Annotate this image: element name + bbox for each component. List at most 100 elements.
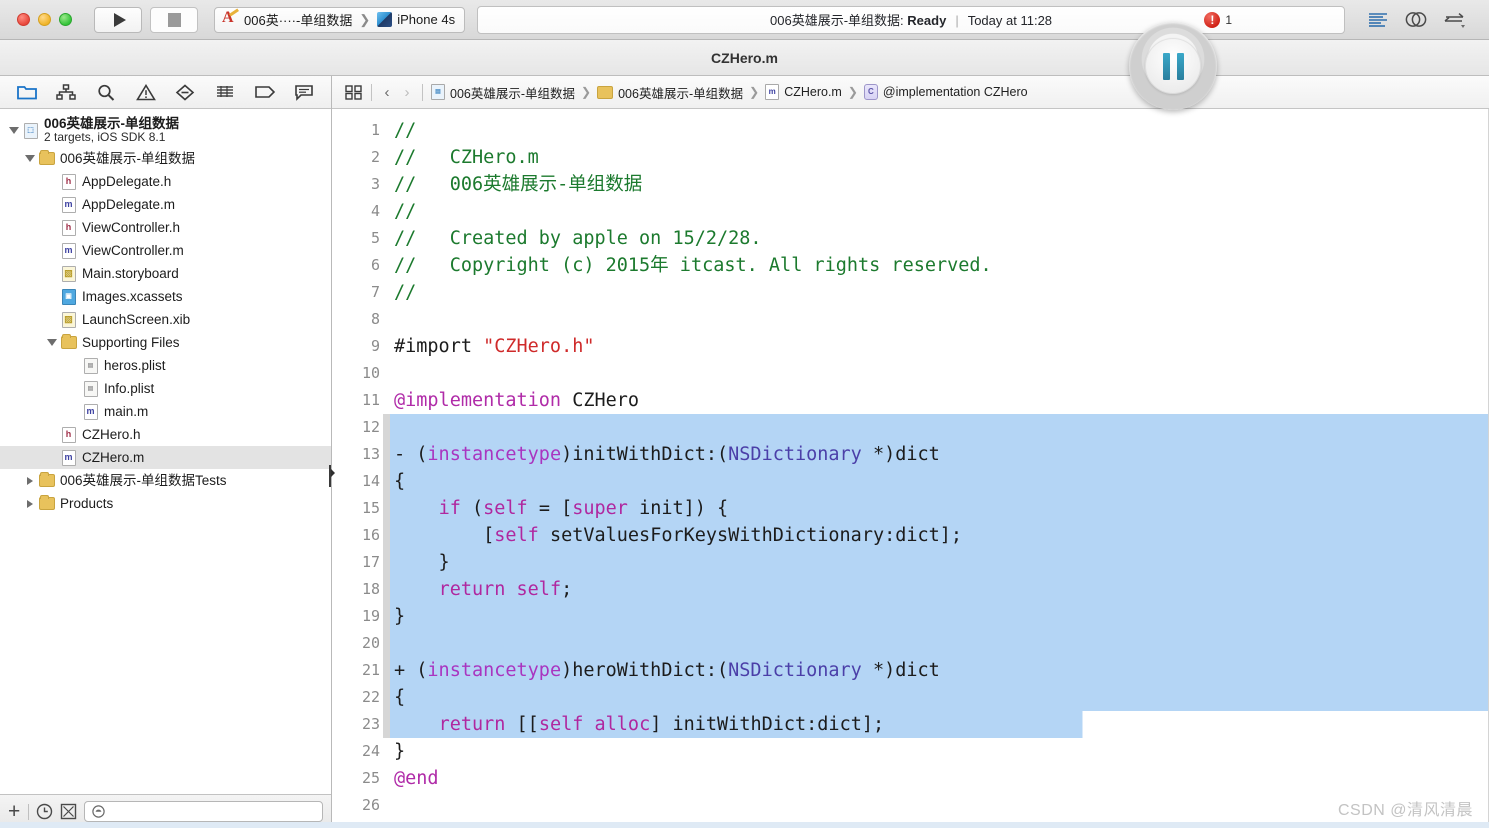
file-tree-row[interactable]: h ViewController.h xyxy=(0,216,331,239)
file-tree-row[interactable]: m main.m xyxy=(0,400,331,423)
activity-status-view: 006英雄展示-单组数据: Ready | Today at 11:28 ! 1 xyxy=(477,5,1345,34)
tag-icon xyxy=(254,86,275,98)
file-tree-row[interactable]: m AppDelegate.m xyxy=(0,193,331,216)
breadcrumb-label: 006英雄展示-单组数据 xyxy=(618,86,744,101)
sidebar-tab-find-navigator[interactable] xyxy=(87,79,125,105)
code-token: if xyxy=(438,498,461,519)
divider xyxy=(422,83,423,101)
disclosure-triangle-open[interactable] xyxy=(44,339,60,346)
stop-icon xyxy=(167,12,181,27)
sidebar-tab-issue-navigator[interactable] xyxy=(127,79,165,105)
code-line[interactable]: // Created by apple on 15/2/28. xyxy=(390,225,1489,252)
sidebar-tab-breakpoint-navigator[interactable] xyxy=(246,79,284,105)
file-tree-row[interactable]: ▧ Main.storyboard xyxy=(0,262,331,285)
code-line[interactable] xyxy=(390,360,1489,387)
disclosure-triangle-open[interactable] xyxy=(22,155,38,162)
code-token: { xyxy=(394,687,406,708)
project-file-tree[interactable]: ⬚ 006英雄展示-单组数据 2 targets, iOS SDK 8.1 006英雄… xyxy=(0,109,331,794)
code-line[interactable] xyxy=(390,414,1489,441)
code-line[interactable]: // Copyright (c) 2015年 itcast. All right… xyxy=(390,252,1489,279)
filter-input-wrapper[interactable] xyxy=(84,801,323,822)
file-tree-row[interactable]: m ViewController.m xyxy=(0,239,331,262)
code-line[interactable]: + (instancetype)heroWithDict:(NSDictiona… xyxy=(390,657,1489,684)
sidebar-tab-project-navigator[interactable] xyxy=(8,79,46,105)
pause-recording-button[interactable] xyxy=(1129,22,1217,110)
code-line[interactable]: // xyxy=(390,117,1489,144)
code-line[interactable]: } xyxy=(390,738,1489,765)
code-lines[interactable]: // // CZHero.m // 006英雄展示-单组数据 // // Created… xyxy=(390,109,1489,828)
standard-editor-button[interactable] xyxy=(1359,7,1397,33)
related-items-button[interactable] xyxy=(340,84,366,100)
code-line[interactable]: return self; xyxy=(390,576,1489,603)
code-fold-ribbon[interactable] xyxy=(383,414,390,738)
code-line[interactable]: if (self = [super init]) { xyxy=(390,495,1489,522)
breadcrumb-item[interactable]: ▤ 006英雄展示-单组数据 xyxy=(431,83,575,102)
header-file-icon: h xyxy=(61,219,76,236)
file-tree-row[interactable]: ▣ Images.xcassets xyxy=(0,285,331,308)
close-button[interactable] xyxy=(17,13,30,26)
breadcrumb-item[interactable]: 006英雄展示-单组数据 xyxy=(597,83,743,102)
source-code-editor[interactable]: 1 2 3 4 5 6 7 8 9 10 11 12 13 14 15 16 17 18 19 20 21 22 23 24 2… xyxy=(332,109,1489,828)
code-line[interactable]: // CZHero.m xyxy=(390,144,1489,171)
add-file-button[interactable]: + xyxy=(8,801,20,822)
warning-triangle-icon xyxy=(135,83,156,100)
code-line[interactable]: @implementation CZHero xyxy=(390,387,1489,414)
code-line[interactable]: // xyxy=(390,198,1489,225)
code-line[interactable]: [self setValuesForKeysWithDictionary:dic… xyxy=(390,522,1489,549)
code-line[interactable]: { xyxy=(390,468,1489,495)
code-line[interactable]: } xyxy=(390,603,1489,630)
sidebar-tab-debug-navigator[interactable] xyxy=(206,79,244,105)
line-number: 19 xyxy=(361,607,380,625)
disclosure-triangle-closed[interactable] xyxy=(22,476,38,485)
code-line[interactable]: // 006英雄展示-单组数据 xyxy=(390,171,1489,198)
pause-bar-right xyxy=(1176,52,1184,80)
file-tree-row[interactable]: ▤ Info.plist xyxy=(0,377,331,400)
disclosure-triangle-open[interactable] xyxy=(6,127,22,134)
file-tree-row[interactable]: 006英雄展示-单组数据Tests xyxy=(0,469,331,492)
run-button[interactable] xyxy=(94,6,142,33)
breadcrumb-item[interactable]: m CZHero.m xyxy=(765,84,842,100)
disclosure-triangle-closed[interactable] xyxy=(22,499,38,508)
file-tree-row[interactable]: Supporting Files xyxy=(0,331,331,354)
code-line[interactable] xyxy=(390,630,1489,657)
nav-forward-button[interactable]: › xyxy=(397,84,417,101)
status-filter-icon[interactable] xyxy=(60,803,77,820)
file-tree-row[interactable]: Products xyxy=(0,492,331,515)
version-editor-button[interactable] xyxy=(1435,7,1473,33)
code-line[interactable]: } xyxy=(390,549,1489,576)
file-tree-row[interactable]: h CZHero.h xyxy=(0,423,331,446)
file-tree-row[interactable]: ▤ heros.plist xyxy=(0,354,331,377)
code-line[interactable]: return [[self alloc] initWithDict:dict]; xyxy=(390,711,1489,738)
code-line[interactable] xyxy=(390,306,1489,333)
code-line[interactable]: // xyxy=(390,279,1489,306)
zoom-button[interactable] xyxy=(59,13,72,26)
code-line[interactable]: - (instancetype)initWithDict:(NSDictiona… xyxy=(390,441,1489,468)
breadcrumb-item[interactable]: C @implementation CZHero xyxy=(863,84,1028,100)
sidebar-tab-log-navigator[interactable] xyxy=(285,79,323,105)
file-tree-row[interactable]: m CZHero.m xyxy=(0,446,331,469)
code-line[interactable] xyxy=(390,792,1489,819)
scheme-destination-selector[interactable]: 006英····-单组数据 ❯ iPhone 4s xyxy=(214,6,466,33)
code-line[interactable]: @end xyxy=(390,765,1489,792)
navigator-resize-handle[interactable] xyxy=(329,465,336,487)
clock-icon[interactable] xyxy=(36,803,53,820)
code-line[interactable]: { xyxy=(390,684,1489,711)
file-tree-row[interactable]: ▨ LaunchScreen.xib xyxy=(0,308,331,331)
scheme-chevron-icon: ❯ xyxy=(359,11,371,27)
sidebar-tab-symbol-navigator[interactable] xyxy=(48,79,86,105)
file-tree-label: Supporting Files xyxy=(82,334,180,350)
assistant-editor-button[interactable] xyxy=(1397,7,1435,33)
file-tree-row[interactable]: h AppDelegate.h xyxy=(0,170,331,193)
breadcrumb-chevron-icon: ❯ xyxy=(847,85,858,99)
code-line[interactable]: #import "CZHero.h" xyxy=(390,333,1489,360)
run-stop-group xyxy=(94,6,198,33)
minimize-button[interactable] xyxy=(38,13,51,26)
project-subtitle: 2 targets, iOS SDK 8.1 xyxy=(44,130,166,145)
stop-button[interactable] xyxy=(150,6,198,33)
sidebar-tab-test-navigator[interactable] xyxy=(167,79,205,105)
file-tree-row[interactable]: 006英雄展示-单组数据 xyxy=(0,147,331,170)
nav-back-button[interactable]: ‹ xyxy=(377,84,397,101)
file-tree-row[interactable]: ⬚ 006英雄展示-单组数据 2 targets, iOS SDK 8.1 xyxy=(0,114,331,147)
filter-input[interactable] xyxy=(110,804,315,819)
issue-badge[interactable]: ! 1 xyxy=(1204,11,1232,28)
